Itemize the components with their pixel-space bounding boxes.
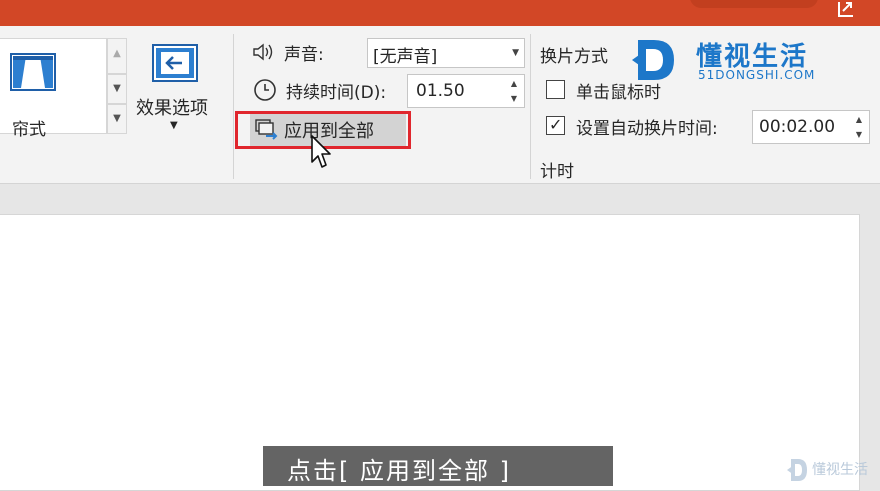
- auto-advance-checkbox[interactable]: ✓: [546, 115, 565, 135]
- effect-options-label: 效果选项: [136, 98, 208, 119]
- group-divider: [530, 34, 531, 179]
- time-decrement-button[interactable]: ▼: [851, 128, 867, 142]
- effect-options-icon: [152, 44, 198, 82]
- duration-label: 持续时间(D):: [286, 83, 387, 103]
- sound-label: 声音:: [284, 45, 324, 65]
- duration-value: 01.50: [416, 81, 465, 101]
- gallery-more-button[interactable]: ▼: [107, 104, 127, 134]
- speaker-icon: [253, 43, 273, 61]
- corner-watermark: 懂视生活: [787, 455, 879, 487]
- mouse-cursor-icon: [311, 135, 331, 168]
- gallery-scroll-up-button[interactable]: ▲: [107, 38, 127, 74]
- auto-advance-label: 设置自动换片时间:: [576, 119, 718, 139]
- watermark-url: 51DONGSHI.COM: [698, 68, 816, 82]
- on-click-checkbox[interactable]: [546, 80, 565, 99]
- duration-input[interactable]: 01.50 ▲ ▼: [407, 74, 525, 108]
- subtitle-text: 点击[ 应用到全部 ]: [287, 457, 511, 485]
- brand-logo-icon: [632, 40, 674, 80]
- share-icon[interactable]: [836, 0, 858, 18]
- auto-advance-time-value: 00:02.00: [759, 117, 836, 137]
- chevron-down-icon[interactable]: ▼: [512, 48, 519, 58]
- title-bar: [0, 0, 880, 26]
- sound-value: [无声音]: [373, 47, 438, 67]
- gallery-scroll-down-button[interactable]: ▼: [107, 74, 127, 104]
- group-divider: [233, 34, 234, 179]
- time-increment-button[interactable]: ▲: [851, 113, 867, 127]
- duration-increment-button[interactable]: ▲: [506, 77, 522, 91]
- effect-options-button[interactable]: 效果选项 ▼: [134, 42, 224, 162]
- corner-watermark-text: 懂视生活: [812, 462, 868, 478]
- clock-icon: [254, 79, 276, 101]
- chevron-down-icon: ▼: [170, 120, 178, 131]
- sound-select[interactable]: [无声音] ▼: [367, 38, 525, 68]
- title-search-box[interactable]: [690, 0, 818, 8]
- checkmark-icon: ✓: [549, 115, 563, 134]
- brand-logo-icon: [787, 459, 807, 481]
- transition-gallery[interactable]: 帘式: [0, 38, 107, 140]
- gallery-selected-label: 帘式: [12, 120, 46, 140]
- timing-group-label: 计时: [540, 162, 574, 182]
- auto-advance-time-input[interactable]: 00:02.00 ▲ ▼: [752, 110, 870, 144]
- duration-decrement-button[interactable]: ▼: [506, 92, 522, 106]
- site-watermark: 懂视生活 51DONGSHI.COM: [632, 36, 852, 88]
- advance-slide-title: 换片方式: [540, 47, 608, 67]
- curtains-transition-icon[interactable]: [10, 53, 56, 91]
- transitions-ribbon: 帘式 ▲ ▼ ▼ 效果选项 ▼ 声音: [无声音] ▼ 持续时间(D): 01.…: [0, 26, 880, 184]
- video-subtitle: 点击[ 应用到全部 ]: [263, 446, 613, 486]
